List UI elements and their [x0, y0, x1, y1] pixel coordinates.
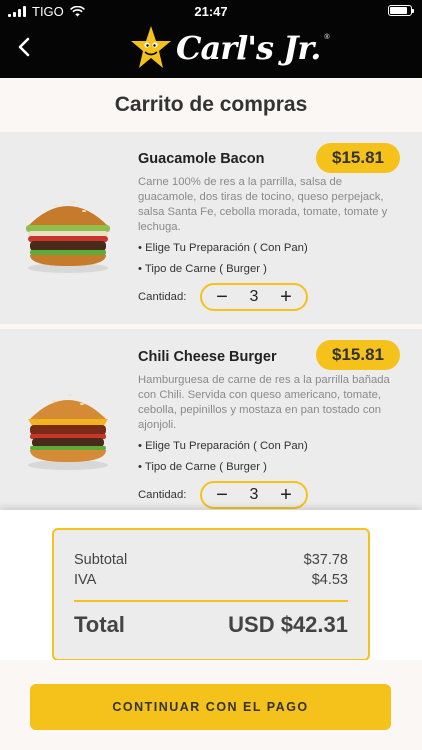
battery-icon [388, 5, 414, 16]
tax-value: $4.53 [311, 572, 348, 588]
cart-item: Chili Cheese Burger $15.81 Hamburguesa d… [0, 329, 422, 510]
burger-image [28, 394, 108, 470]
increase-button[interactable]: + [278, 485, 294, 505]
brand-name: Carl's Jr. [176, 29, 321, 67]
total-value: USD $42.31 [228, 612, 348, 637]
item-option: • Tipo de Carne ( Burger ) [138, 263, 267, 275]
quantity-stepper: − 3 + [200, 283, 308, 311]
tax-row: IVA $4.53 [74, 572, 348, 588]
decrease-button[interactable]: − [214, 287, 230, 307]
total-row: Total USD $42.31 [74, 612, 348, 638]
quantity-value: 3 [249, 486, 259, 503]
item-price-badge: $15.81 [316, 340, 400, 370]
quantity-stepper: − 3 + [200, 481, 308, 509]
increase-button[interactable]: + [278, 287, 294, 307]
item-description: Carne 100% de res a la parrilla, salsa d… [138, 176, 388, 233]
status-bar: TIGO 21:47 [0, 0, 422, 22]
burger-image [26, 201, 110, 273]
app-header: TIGO 21:47 Carl's Jr. ® [0, 0, 422, 78]
item-option: • Elige Tu Preparación ( Con Pan) [138, 242, 308, 254]
back-arrow-icon[interactable] [12, 32, 36, 62]
continue-to-payment-button[interactable]: CONTINUAR CON EL PAGO [30, 684, 391, 730]
registered-mark: ® [324, 34, 330, 41]
item-name: Chili Cheese Burger [138, 349, 277, 365]
summary-divider [74, 600, 348, 602]
total-label: Total [74, 612, 125, 637]
page-title: Carrito de compras [114, 93, 308, 116]
subtotal-row: Subtotal $37.78 [74, 552, 348, 568]
brand-logo: Carl's Jr. ® [130, 24, 330, 72]
star-mascot-icon [131, 26, 171, 68]
quantity-value: 3 [249, 288, 259, 305]
subtotal-label: Subtotal [74, 552, 128, 568]
tax-label: IVA [74, 572, 97, 588]
quantity-label: Cantidad: [138, 291, 187, 303]
cart-list[interactable]: Guacamole Bacon $15.81 Carne 100% de res… [0, 132, 422, 510]
order-summary-box: Subtotal $37.78 IVA $4.53 Total USD $42.… [52, 528, 370, 661]
item-description: Hamburguesa de carne de res a la parrill… [138, 374, 390, 431]
item-option: • Elige Tu Preparación ( Con Pan) [138, 440, 308, 452]
cart-item: Guacamole Bacon $15.81 Carne 100% de res… [0, 132, 422, 324]
quantity-label: Cantidad: [138, 489, 187, 501]
item-price-badge: $15.81 [316, 143, 400, 173]
item-option: • Tipo de Carne ( Burger ) [138, 461, 267, 473]
clock: 21:47 [194, 4, 228, 19]
decrease-button[interactable]: − [214, 485, 230, 505]
title-bar: Carrito de compras [0, 78, 422, 132]
subtotal-value: $37.78 [303, 552, 348, 568]
item-name: Guacamole Bacon [138, 151, 265, 167]
